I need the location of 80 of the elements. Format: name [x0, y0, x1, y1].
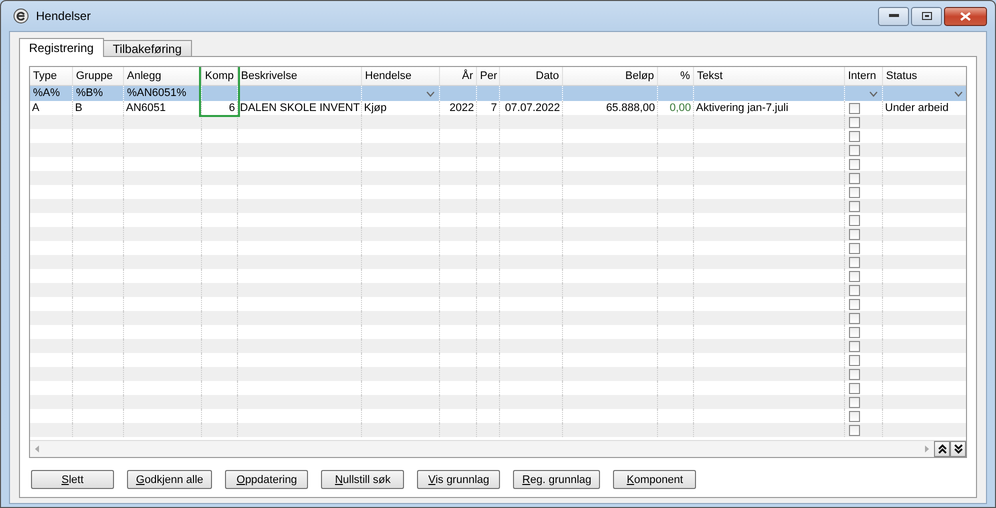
checkbox[interactable] [849, 368, 860, 380]
table-cell: 65.888,00 [606, 102, 655, 114]
tab[interactable]: Tilbakeføring [102, 40, 192, 57]
checkbox[interactable] [849, 102, 860, 114]
table-cell: 07.07.2022 [504, 102, 560, 114]
table-cell: Kjøp [364, 102, 387, 114]
chevron-down-icon [426, 91, 435, 97]
minimize-icon [888, 14, 898, 18]
column-header[interactable]: Komp [202, 67, 238, 85]
action-button[interactable]: Slett [31, 470, 114, 489]
column-header[interactable]: År [440, 67, 477, 85]
horizontal-scrollbar[interactable] [30, 440, 966, 457]
table-cell: 2022 [450, 102, 474, 114]
checkbox[interactable] [849, 228, 860, 240]
checkbox[interactable] [849, 144, 860, 156]
checkbox[interactable] [849, 172, 860, 184]
column-header[interactable]: % [658, 67, 694, 85]
close-icon [960, 12, 971, 20]
checkbox[interactable] [849, 200, 860, 212]
checkbox[interactable] [849, 284, 860, 296]
column-header[interactable]: Beskrivelse [238, 67, 362, 85]
maximize-button[interactable] [911, 6, 942, 26]
chevron-down-icon [869, 91, 878, 97]
double-chevron-up-icon [938, 444, 946, 454]
checkbox[interactable] [849, 130, 860, 142]
close-button[interactable] [944, 6, 987, 26]
checkbox[interactable] [849, 116, 860, 128]
table-cell: DALEN SKOLE INVENT [240, 102, 360, 114]
action-button[interactable]: Reg. grunnlag [513, 470, 600, 489]
column-header[interactable]: Hendelse [362, 67, 440, 85]
checkbox[interactable] [849, 410, 860, 422]
checkbox[interactable] [849, 158, 860, 170]
filter-text: %A% [33, 87, 60, 99]
checkbox[interactable] [849, 298, 860, 310]
maximize-icon [922, 12, 932, 20]
column-header[interactable]: Per [477, 67, 500, 85]
column-header[interactable]: Gruppe [73, 67, 124, 85]
filter-text: %B% [76, 87, 103, 99]
minimize-button[interactable] [878, 6, 909, 26]
scroll-down-button[interactable] [950, 441, 966, 457]
column-header[interactable]: Anlegg [124, 67, 202, 85]
app-icon [13, 8, 29, 24]
checkbox[interactable] [849, 354, 860, 366]
checkbox[interactable] [849, 312, 860, 324]
window-title: Hendelser [36, 9, 91, 23]
checkbox[interactable] [849, 214, 860, 226]
checkbox[interactable] [849, 326, 860, 338]
action-button[interactable]: Oppdatering [225, 470, 308, 489]
checkbox[interactable] [849, 242, 860, 254]
column-header[interactable]: Type [30, 67, 73, 85]
column-header[interactable]: Intern [845, 67, 883, 85]
checkbox[interactable] [849, 186, 860, 198]
action-button[interactable]: Nullstill søk [321, 470, 404, 489]
table-cell: 7 [490, 102, 497, 114]
scroll-up-button[interactable] [934, 441, 950, 457]
table-cell: 6 [228, 102, 235, 114]
column-header[interactable]: Tekst [694, 67, 845, 85]
table-cell: Aktivering jan-7.juli [696, 102, 788, 114]
highlight-frame [199, 67, 240, 117]
checkbox[interactable] [849, 340, 860, 352]
filter-text: %AN6051% [127, 87, 186, 99]
double-chevron-down-icon [954, 444, 962, 454]
column-header[interactable]: Dato [500, 67, 563, 85]
action-button[interactable]: Vis grunnlag [417, 470, 500, 489]
table-cell: Under arbeid [885, 102, 949, 114]
checkbox[interactable] [849, 424, 860, 436]
table-cell: AN6051 [126, 102, 166, 114]
column-header[interactable]: Status [883, 67, 966, 85]
checkbox[interactable] [849, 396, 860, 408]
action-button[interactable]: Godkjenn alle [127, 470, 212, 489]
column-header[interactable]: Beløp [563, 67, 658, 85]
tab[interactable]: Registrering [19, 38, 104, 57]
table-cell: B [75, 102, 82, 114]
table-cell: A [32, 102, 40, 114]
table-cell: 0,00 [670, 102, 691, 114]
action-button[interactable]: Komponent [613, 470, 696, 489]
checkbox[interactable] [849, 256, 860, 268]
checkbox[interactable] [849, 270, 860, 282]
checkbox[interactable] [849, 382, 860, 394]
chevron-down-icon [954, 91, 963, 97]
